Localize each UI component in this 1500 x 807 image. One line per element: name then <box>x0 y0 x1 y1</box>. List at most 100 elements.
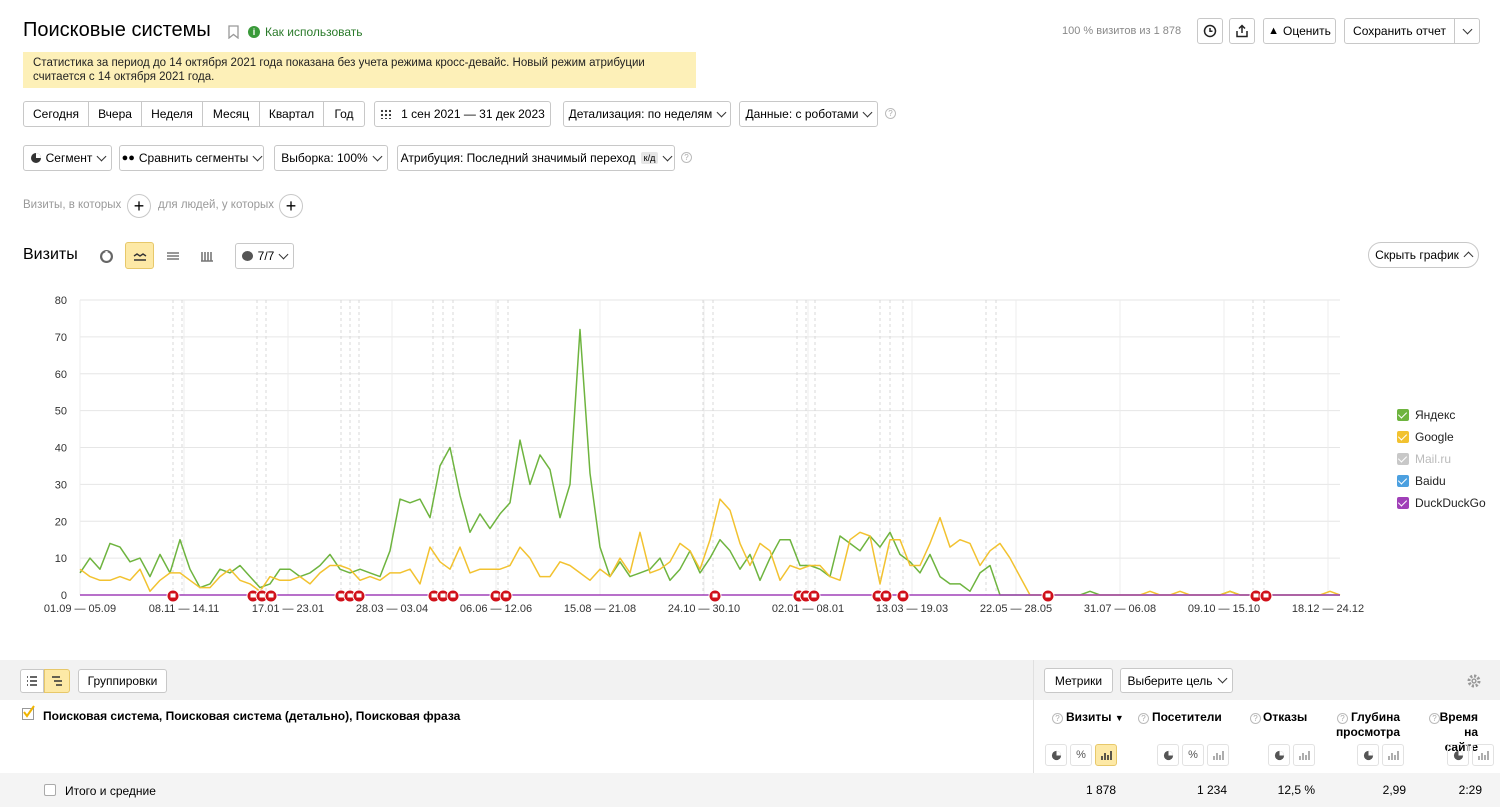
hide-chart-button[interactable]: Скрыть график <box>1368 242 1479 268</box>
groupings-button[interactable]: Группировки <box>78 669 167 693</box>
pct-view-icon[interactable]: % <box>1182 744 1204 766</box>
y-tick-label: 70 <box>55 332 67 344</box>
pie-chart-mode-icon[interactable] <box>95 243 117 269</box>
bar-view-icon[interactable] <box>1382 744 1404 766</box>
add-people-condition-button[interactable]: + <box>279 194 303 218</box>
chevron-down-icon <box>252 151 263 161</box>
pie-view-icon[interactable] <box>1447 744 1469 766</box>
period-year[interactable]: Год <box>324 102 364 126</box>
legend-label: Яндекс <box>1415 408 1456 422</box>
y-tick-label: 0 <box>61 590 67 602</box>
x-tick-label: 22.05 — 28.05 <box>980 603 1052 615</box>
annotations-dropdown[interactable]: 7/7 <box>235 243 294 269</box>
tree-view-icon[interactable] <box>44 669 70 693</box>
x-tick-label: 08.11 — 14.11 <box>149 603 220 615</box>
totals-checkbox[interactable] <box>44 784 56 796</box>
col-visits[interactable]: Визиты ▼ <box>1066 710 1124 726</box>
legend-item[interactable]: Яндекс <box>1397 408 1455 422</box>
pie-view-icon[interactable] <box>1268 744 1290 766</box>
annotation-marker[interactable] <box>264 589 278 603</box>
legend-checkbox-icon <box>1397 475 1409 487</box>
annotation-marker[interactable] <box>352 589 366 603</box>
y-tick-label: 10 <box>55 553 67 565</box>
annotation-marker[interactable] <box>896 589 910 603</box>
x-tick-label: 18.12 — 24.12 <box>1292 603 1364 615</box>
save-report-button[interactable]: Сохранить отчет <box>1344 18 1455 44</box>
help-icon[interactable]: ? <box>1052 713 1063 724</box>
bar-view-icon[interactable] <box>1207 744 1229 766</box>
area-chart-mode-icon[interactable] <box>162 243 184 269</box>
annotation-marker[interactable] <box>499 589 513 603</box>
date-range-button[interactable]: 1 сен 2021 — 31 дек 2023 <box>374 101 551 127</box>
legend-item[interactable]: DuckDuckGo <box>1397 496 1486 510</box>
period-week[interactable]: Неделя <box>142 102 203 126</box>
chevron-down-icon <box>716 107 727 117</box>
bookmark-icon[interactable] <box>228 25 239 40</box>
compare-icon: ●● <box>121 152 135 164</box>
period-month[interactable]: Месяц <box>203 102 260 126</box>
legend-item[interactable]: Google <box>1397 430 1454 444</box>
visits-chart: 0 10 20 30 40 50 60 70 80 01.09 — 05.09 08.11 — 14… <box>44 295 1364 615</box>
bar-view-icon[interactable] <box>1095 744 1117 766</box>
x-tick-label: 13.03 — 19.03 <box>876 603 948 615</box>
data-mode-dropdown[interactable]: Данные: с роботами <box>739 101 878 127</box>
legend-item[interactable]: Mail.ru <box>1397 452 1451 466</box>
save-report-dropdown[interactable] <box>1454 18 1480 44</box>
crossdevice-badge: к/д <box>640 152 659 164</box>
col-bounce[interactable]: Отказы <box>1263 710 1307 725</box>
period-quarter[interactable]: Квартал <box>260 102 324 126</box>
period-today[interactable]: Сегодня <box>24 102 89 126</box>
pie-view-icon[interactable] <box>1045 744 1067 766</box>
total-time: 2:29 <box>1458 783 1482 797</box>
page-title: Поисковые системы <box>23 19 211 41</box>
help-icon[interactable]: ? <box>1250 713 1261 724</box>
annotation-marker[interactable] <box>446 589 460 603</box>
annotation-marker[interactable] <box>1259 589 1273 603</box>
bar-view-icon[interactable] <box>1293 744 1315 766</box>
chevron-down-icon <box>1217 673 1227 684</box>
annotation-marker[interactable] <box>879 589 893 603</box>
add-visit-condition-button[interactable]: + <box>127 194 151 218</box>
sample-dropdown[interactable]: Выборка: 100% <box>274 145 388 171</box>
legend-checkbox-icon <box>1397 453 1409 465</box>
detail-dropdown[interactable]: Детализация: по неделям <box>563 101 731 127</box>
y-tick-label: 30 <box>55 479 67 491</box>
export-button[interactable] <box>1229 18 1255 44</box>
compare-segments-dropdown[interactable]: ●● Сравнить сегменты <box>119 145 264 171</box>
list-view-icon[interactable] <box>20 669 44 693</box>
help-icon[interactable]: ? <box>1138 713 1149 724</box>
pie-view-icon[interactable] <box>1357 744 1379 766</box>
help-icon[interactable]: ? <box>681 152 692 163</box>
bar-view-icon[interactable] <box>1472 744 1494 766</box>
annotation-marker[interactable] <box>166 589 180 603</box>
pct-view-icon[interactable]: % <box>1070 744 1092 766</box>
pie-view-icon[interactable] <box>1157 744 1179 766</box>
x-tick-label: 01.09 — 05.09 <box>44 603 116 615</box>
col-visitors[interactable]: Посетители <box>1152 710 1222 725</box>
attribution-dropdown[interactable]: Атрибуция: Последний значимый переход к/… <box>397 145 675 171</box>
rate-button[interactable]: ▲ Оценить <box>1263 18 1336 44</box>
group-checkbox[interactable] <box>22 705 35 720</box>
bar-chart-mode-icon[interactable] <box>196 243 218 269</box>
legend-label: Mail.ru <box>1415 452 1452 466</box>
line-chart-mode-icon[interactable] <box>125 242 154 269</box>
col-depth[interactable]: Глубина просмотра <box>1334 710 1400 740</box>
help-icon[interactable]: ? <box>885 108 896 119</box>
period-yesterday[interactable]: Вчера <box>89 102 142 126</box>
goal-dropdown[interactable]: Выберите цель <box>1120 668 1233 693</box>
thumbs-icon: ▲ <box>1268 25 1280 37</box>
history-button[interactable] <box>1197 18 1223 44</box>
legend-item[interactable]: Baidu <box>1397 474 1446 488</box>
segment-dropdown[interactable]: Сегмент <box>23 145 112 171</box>
annotation-marker[interactable] <box>1041 589 1055 603</box>
people-condition-label: для людей, у которых <box>158 199 275 211</box>
x-tick-label: 02.01 — 08.01 <box>772 603 844 615</box>
x-tick-label: 24.10 — 30.10 <box>668 603 740 615</box>
gear-icon[interactable] <box>1466 673 1482 689</box>
x-tick-label: 09.10 — 15.10 <box>1188 603 1260 615</box>
metrics-button[interactable]: Метрики <box>1044 668 1113 693</box>
annotation-marker[interactable] <box>708 589 722 603</box>
visits-condition-label: Визиты, в которых <box>23 199 122 211</box>
how-to-link[interactable]: i Как использовать <box>248 25 363 39</box>
annotation-marker[interactable] <box>807 589 821 603</box>
